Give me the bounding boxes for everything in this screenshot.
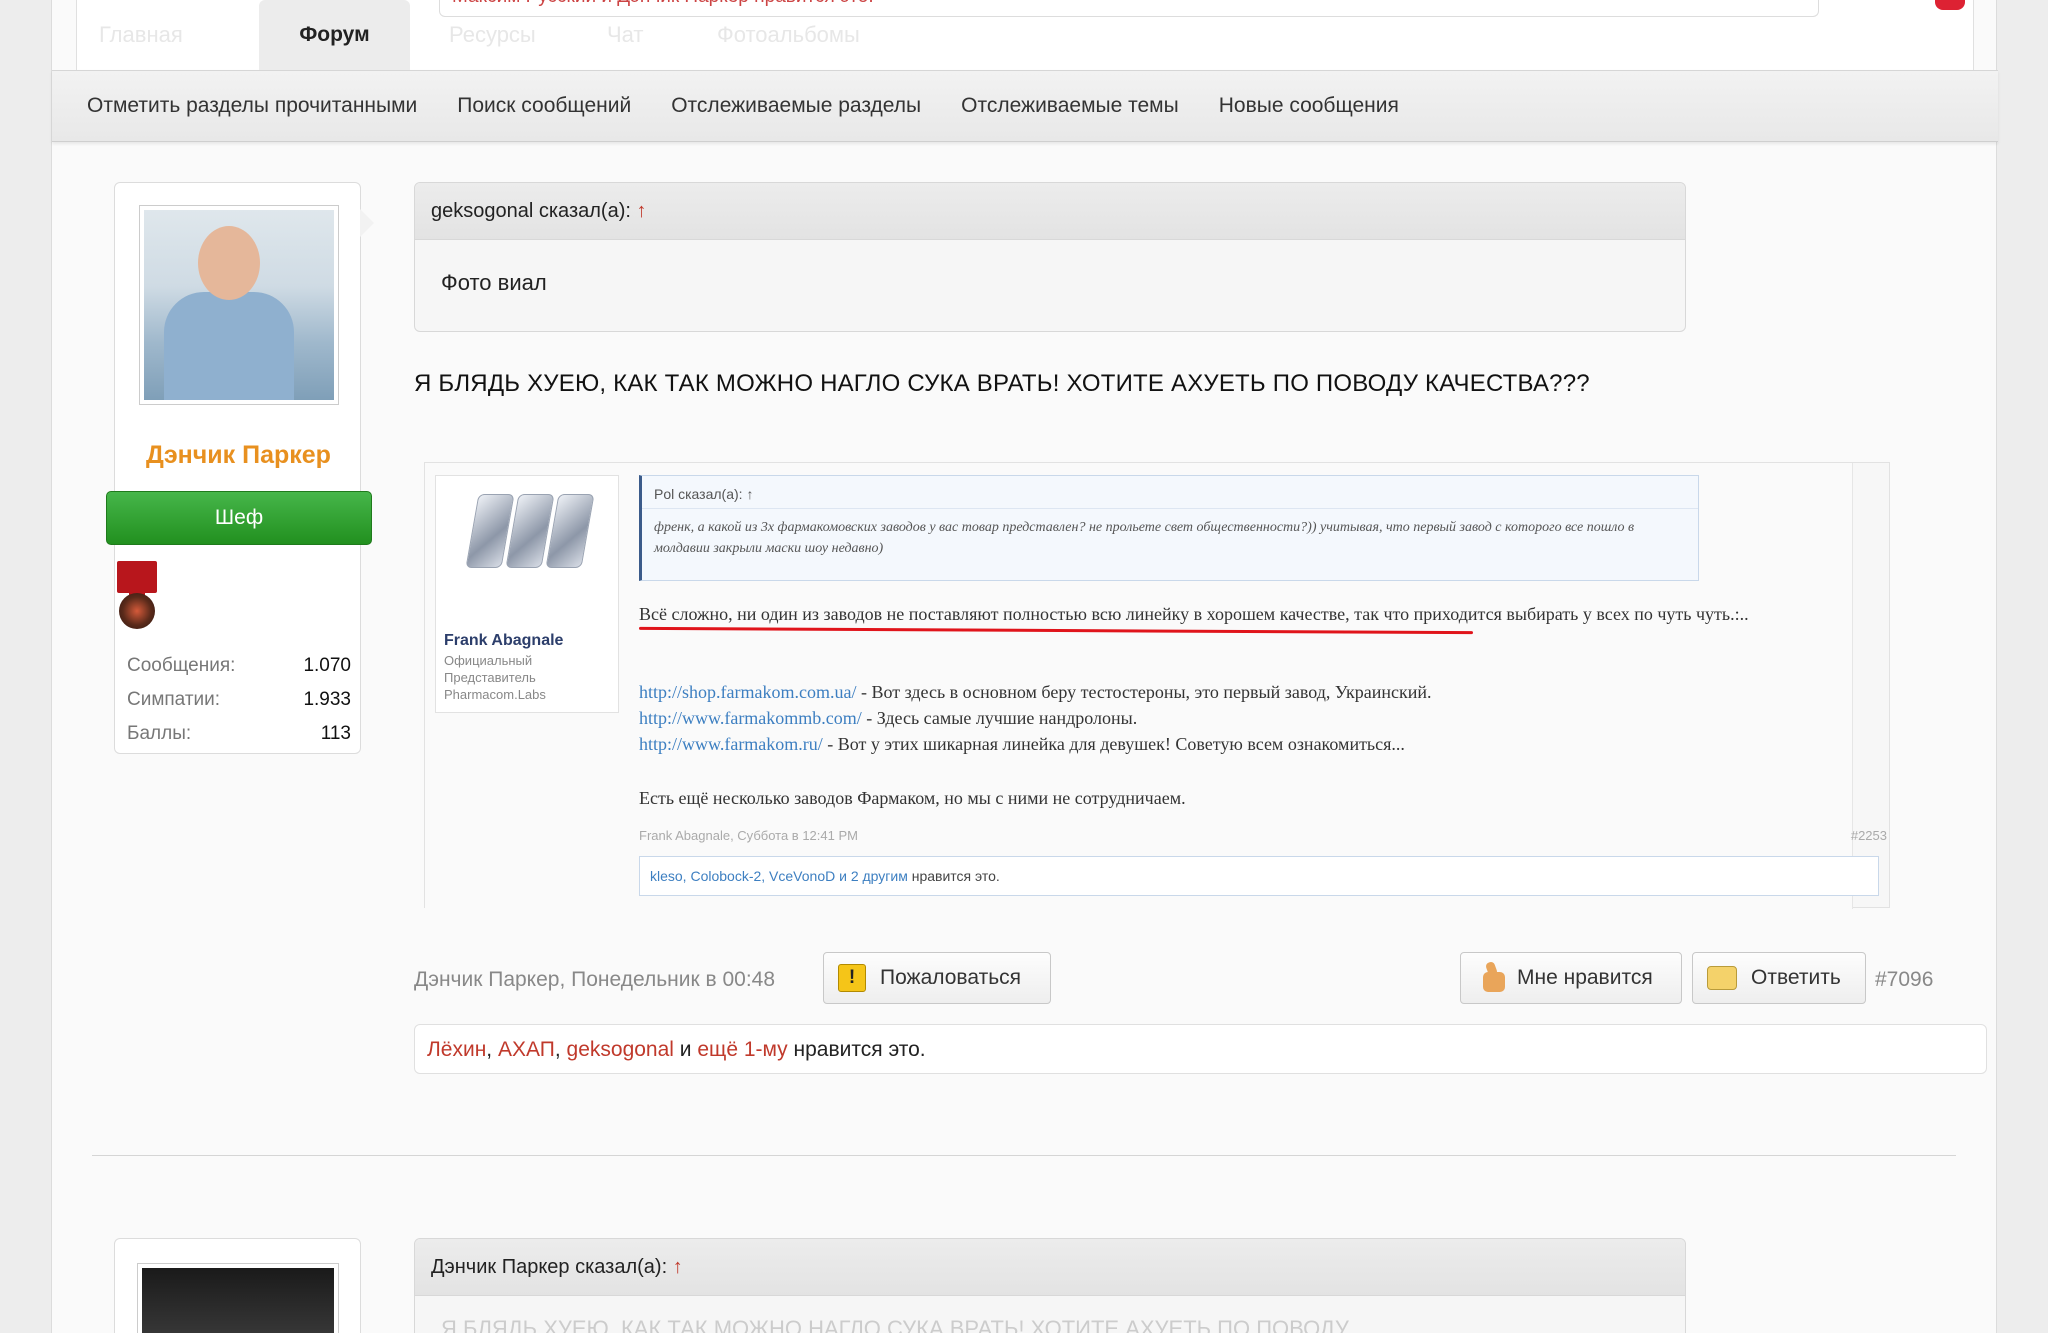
- embedded-screenshot: Frank Abagnale Официальный Представитель…: [424, 462, 1890, 909]
- stat-value[interactable]: 113: [321, 723, 351, 745]
- likes-separator: ,: [554, 1038, 567, 1061]
- tab-photos[interactable]: Фотоальбомы: [717, 22, 860, 48]
- speech-bubble-icon: [1707, 966, 1737, 990]
- embedded-post-number: #2253: [1850, 828, 1887, 843]
- watched-forums-link[interactable]: Отслеживаемые разделы: [671, 94, 921, 118]
- embedded-author-card: Frank Abagnale Официальный Представитель…: [435, 475, 619, 713]
- author-rank-badge: Шеф: [106, 491, 372, 545]
- reply-button[interactable]: Ответить: [1692, 952, 1866, 1004]
- post-number[interactable]: #7096: [1875, 968, 1933, 992]
- next-post-quote: Дэнчик Паркер сказал(а): ↑ Я БЛЯДЬ ХУЕЮ,…: [414, 1238, 1686, 1333]
- tab-forum[interactable]: Форум: [259, 0, 410, 70]
- embedded-likes: kleso, Colobock-2, VceVonoD и 2 другим н…: [639, 856, 1879, 896]
- like-button[interactable]: Мне нравится: [1460, 952, 1682, 1004]
- stat-label: Баллы:: [127, 723, 192, 744]
- pharmacom-logo: [464, 494, 595, 584]
- embedded-author-name: Frank Abagnale: [444, 632, 564, 649]
- quote-header: Дэнчик Паркер сказал(а): ↑: [415, 1239, 1685, 1296]
- embedded-post: Frank Abagnale Официальный Представитель…: [425, 463, 1887, 909]
- notification-badge[interactable]: [1935, 0, 1965, 10]
- quote-author[interactable]: Дэнчик Паркер сказал(а):: [431, 1256, 673, 1278]
- sub-navigation: Отметить разделы прочитанными Поиск сооб…: [52, 70, 1998, 142]
- embedded-likes-suffix: нравится это.: [907, 868, 1000, 884]
- embedded-link: http://www.farmakom.ru/: [639, 734, 823, 754]
- embedded-link-row-3: http://www.farmakom.ru/ - Вот у этих шик…: [639, 731, 1405, 757]
- embedded-link-desc: - Вот у этих шикарная линейка для девуше…: [822, 734, 1405, 754]
- embedded-link-desc: - Вот здесь в основном беру тестостероны…: [856, 682, 1432, 702]
- embedded-line-1: Всё сложно, ни один из заводов не постав…: [639, 604, 1749, 624]
- post-quote: geksogonal сказал(а): ↑ Фото виал: [414, 182, 1686, 332]
- embedded-link-desc: - Здесь самые лучшие нандролоны.: [861, 708, 1138, 728]
- embedded-author-role: Официальный Представитель Pharmacom.Labs: [444, 653, 546, 702]
- stat-messages: Сообщения: 1.070: [127, 649, 351, 683]
- medal-icon[interactable]: [119, 593, 155, 629]
- stat-points: Баллы: 113: [127, 717, 351, 751]
- report-button[interactable]: Пожаловаться: [823, 952, 1051, 1004]
- stat-label: Симпатии:: [127, 689, 221, 710]
- card-pointer: [360, 209, 374, 237]
- likes-suffix: нравится это.: [787, 1038, 926, 1061]
- medal-ribbon-icon[interactable]: [117, 561, 157, 599]
- embedded-last-line: Есть ещё несколько заводов Фармаком, но …: [639, 788, 1186, 808]
- likes-separator: ,: [486, 1038, 498, 1061]
- reply-label: Ответить: [1751, 966, 1841, 989]
- forum-page: Главная Форум Ресурсы Чат Фотоальбомы Ма…: [51, 0, 1998, 1333]
- stat-value[interactable]: 1.070: [303, 655, 351, 677]
- stat-value: 1.933: [303, 689, 351, 710]
- quote-jump-icon[interactable]: ↑: [636, 200, 646, 222]
- stat-likes: Симпатии: 1.933: [127, 683, 351, 717]
- post-divider: [92, 1155, 1956, 1156]
- post-meta[interactable]: Дэнчик Паркер, Понедельник в 00:48: [414, 968, 775, 992]
- tab-home[interactable]: Главная: [99, 22, 183, 48]
- new-posts-link[interactable]: Новые сообщения: [1219, 94, 1399, 118]
- more-likers-link[interactable]: ещё 1-му: [697, 1038, 787, 1061]
- avatar-photo: [144, 210, 334, 400]
- author-stats: Сообщения: 1.070 Симпатии: 1.933 Баллы: …: [127, 649, 351, 751]
- likes-separator: и: [673, 1038, 698, 1061]
- embedded-link-row-2: http://www.farmakommb.com/ - Здесь самые…: [639, 705, 1137, 731]
- post-likes-summary: Лёхин, АХАП, geksogonal и ещё 1-му нрави…: [414, 1024, 1987, 1074]
- avatar[interactable]: [137, 1263, 339, 1333]
- post-message-text: Я БЛЯДЬ ХУЕЮ, КАК ТАК МОЖНО НАГЛО СУКА В…: [414, 370, 1590, 397]
- watched-threads-link[interactable]: Отслеживаемые темы: [961, 94, 1179, 118]
- post-author-card: Дэнчик Паркер Шеф Сообщения: 1.070 Симпа…: [106, 182, 374, 754]
- top-notice: Максим Русский и Дэнчик Паркер нравится …: [439, 0, 1819, 17]
- author-username[interactable]: Дэнчик Паркер: [115, 441, 362, 470]
- embedded-meta: Frank Abagnale, Суббота в 12:41 PM: [639, 828, 858, 843]
- mark-forums-read-link[interactable]: Отметить разделы прочитанными: [87, 94, 417, 118]
- next-post-author-card: [114, 1238, 361, 1333]
- quote-jump-icon[interactable]: ↑: [673, 1256, 683, 1278]
- top-navigation: Главная Форум Ресурсы Чат Фотоальбомы Ма…: [76, 0, 1974, 70]
- embedded-quote: Pol сказал(а): ↑ френк, а какой из 3х фа…: [639, 475, 1699, 581]
- embedded-footer: Frank Abagnale, Суббота в 12:41 PM #2253: [639, 828, 1887, 843]
- embedded-link-row-1: http://shop.farmakom.com.ua/ - Вот здесь…: [639, 679, 1432, 705]
- embedded-link: http://www.farmakommb.com/: [639, 708, 862, 728]
- liker-link[interactable]: Лёхин: [427, 1038, 486, 1061]
- tab-resources[interactable]: Ресурсы: [449, 22, 536, 48]
- liker-link[interactable]: АХАП: [498, 1038, 555, 1061]
- quote-author[interactable]: geksogonal сказал(а):: [431, 200, 636, 222]
- quote-body: Фото виал: [441, 270, 547, 295]
- report-label: Пожаловаться: [880, 966, 1022, 989]
- avatar[interactable]: [139, 205, 339, 405]
- stat-label: Сообщения:: [127, 655, 236, 676]
- warning-icon: [838, 964, 866, 992]
- embedded-quote-body: френк, а какой из 3х фармакомовских заво…: [642, 508, 1698, 567]
- thumbs-up-icon: [1475, 962, 1507, 994]
- quote-header: geksogonal сказал(а): ↑: [415, 183, 1685, 240]
- tab-chat[interactable]: Чат: [607, 22, 644, 48]
- quote-body: Я БЛЯДЬ ХУЕЮ, КАК ТАК МОЖНО НАГЛО СУКА В…: [441, 1316, 1349, 1333]
- embedded-link: http://shop.farmakom.com.ua/: [639, 682, 857, 702]
- like-label: Мне нравится: [1517, 966, 1653, 989]
- embedded-quote-author: Pol сказал(а): ↑: [654, 486, 754, 502]
- embedded-likes-users: kleso, Colobock-2, VceVonoD и 2 другим: [650, 868, 908, 884]
- red-underline-annotation: [638, 626, 1474, 635]
- search-messages-link[interactable]: Поиск сообщений: [457, 94, 631, 118]
- liker-link[interactable]: geksogonal: [567, 1038, 674, 1061]
